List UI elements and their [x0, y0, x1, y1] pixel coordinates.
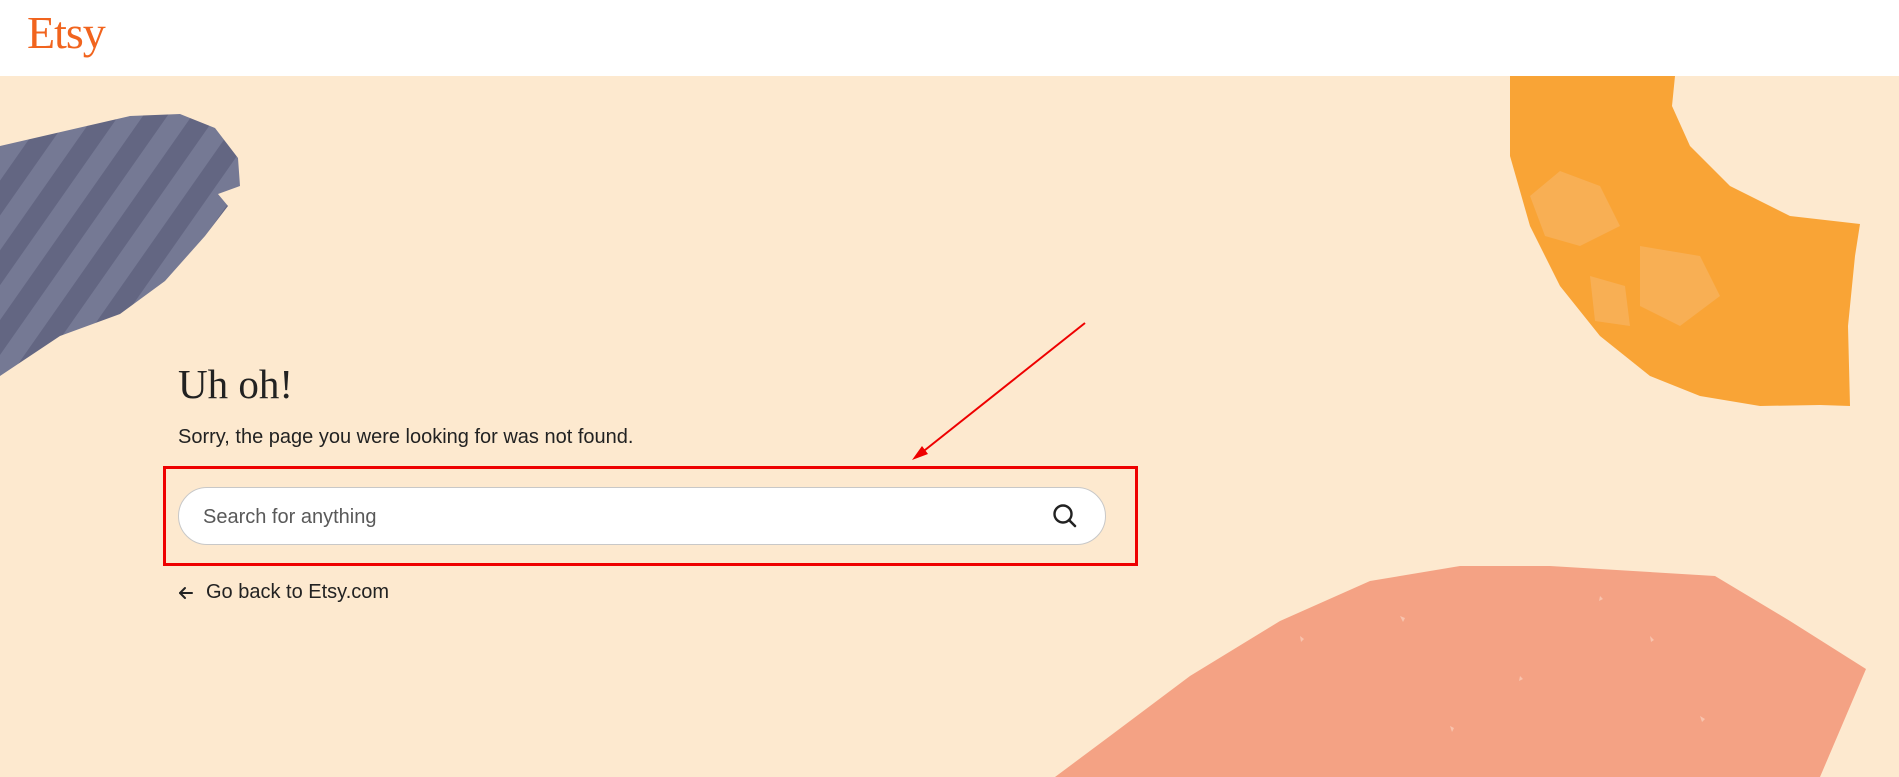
error-heading: Uh oh!	[178, 361, 294, 407]
etsy-logo[interactable]: Etsy	[27, 6, 106, 59]
arrow-left-icon	[179, 586, 193, 599]
salmon-shape	[1055, 566, 1866, 777]
search-icon	[1053, 504, 1077, 528]
search-input[interactable]	[201, 488, 1025, 546]
error-page: Uh oh! Sorry, the page you were looking …	[0, 76, 1899, 777]
search-bar	[178, 487, 1106, 546]
error-message: Sorry, the page you were looking for was…	[178, 426, 634, 448]
go-back-link[interactable]: Go back to Etsy.com	[178, 581, 389, 604]
go-back-label: Go back to Etsy.com	[206, 581, 390, 603]
site-header: Etsy	[0, 0, 1899, 76]
navy-leaf-shape	[0, 114, 240, 376]
search-button[interactable]	[1045, 496, 1085, 536]
